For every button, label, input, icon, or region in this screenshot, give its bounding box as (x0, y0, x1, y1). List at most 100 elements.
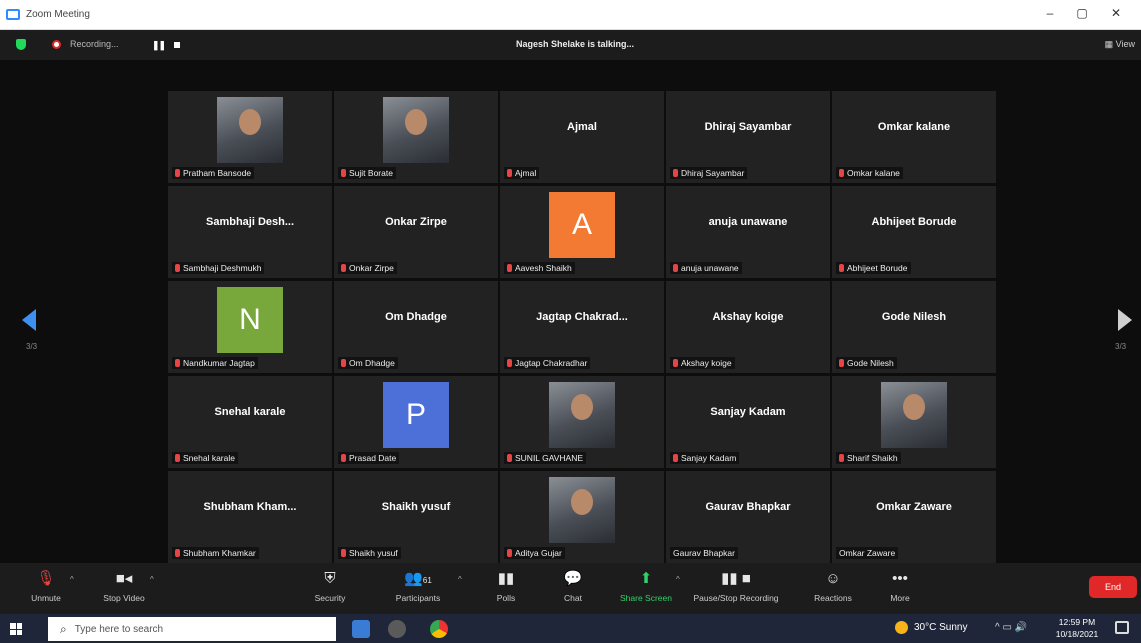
system-tray[interactable]: ^ ▭ 🔊 (995, 622, 1027, 633)
participant-tile[interactable]: Ajmal Ajmal (500, 91, 664, 183)
participant-label-text: Aditya Gujar (515, 548, 562, 558)
participant-tile[interactable]: Sujit Borate (334, 91, 498, 183)
notifications-icon[interactable] (1115, 621, 1129, 634)
participant-tile[interactable]: A Aavesh Shaikh (500, 186, 664, 278)
next-page-arrow-icon[interactable] (1118, 309, 1132, 331)
participant-tile[interactable]: Jagtap Chakrad... Jagtap Chakradhar (500, 281, 664, 373)
security-shield-icon[interactable] (16, 39, 26, 50)
shield-icon: ⛨ (324, 570, 336, 587)
audio-options-caret-icon[interactable]: ^ (70, 575, 74, 584)
security-button[interactable]: ⛨ Security (288, 569, 372, 603)
participant-tile[interactable]: Abhijeet Borude Abhijeet Borude (832, 186, 996, 278)
participant-tile[interactable]: Shaikh yusuf Shaikh yusuf (334, 471, 498, 563)
end-meeting-button[interactable]: End (1089, 576, 1137, 598)
pause-stop-recording-button[interactable]: ▮▮ ■ Pause/Stop Recording (688, 569, 784, 603)
view-label: View (1115, 39, 1135, 49)
video-options-caret-icon[interactable]: ^ (150, 575, 154, 584)
participant-avatar: P (383, 382, 449, 448)
participant-photo (217, 97, 283, 163)
participant-name-label: Sujit Borate (338, 167, 396, 179)
participant-tile[interactable]: Shubham Kham... Shubham Khamkar (168, 471, 332, 563)
participant-tile[interactable]: Pratham Bansode (168, 91, 332, 183)
participant-tile[interactable]: Omkar kalane Omkar kalane (832, 91, 996, 183)
muted-mic-icon (341, 359, 346, 367)
more-dots-icon: ••• (892, 570, 908, 587)
unmute-label: Unmute (31, 593, 61, 603)
participant-tile[interactable]: Gode Nilesh Gode Nilesh (832, 281, 996, 373)
view-button[interactable]: ▦ View (1105, 39, 1135, 50)
share-options-caret-icon[interactable]: ^ (676, 575, 680, 584)
participants-caret-icon[interactable]: ^ (458, 575, 462, 584)
participant-tile[interactable]: Sharif Shaikh (832, 376, 996, 468)
more-button[interactable]: ••• More (858, 569, 942, 603)
participant-label-text: Gaurav Bhapkar (673, 548, 735, 558)
participant-name-label: Dhiraj Sayambar (670, 167, 748, 179)
minimize-button[interactable]: – (1040, 6, 1060, 20)
participant-tile[interactable]: N Nandkumar Jagtap (168, 281, 332, 373)
clock-date: 10/18/2021 (1055, 629, 1099, 639)
participant-label-text: Pratham Bansode (183, 168, 252, 178)
participant-name-label: Onkar Zirpe (338, 262, 397, 274)
participant-tile[interactable]: Onkar Zirpe Onkar Zirpe (334, 186, 498, 278)
person-silhouette-icon (239, 109, 261, 135)
weather-widget[interactable]: 30°C Sunny (895, 621, 967, 634)
participant-tile[interactable]: Snehal karale Snehal karale (168, 376, 332, 468)
participant-tile[interactable]: Dhiraj Sayambar Dhiraj Sayambar (666, 91, 830, 183)
muted-mic-icon (507, 264, 512, 272)
muted-mic-icon (175, 264, 180, 272)
participant-display-name: Abhijeet Borude (871, 216, 957, 228)
more-label: More (890, 593, 910, 603)
participants-button[interactable]: 👥61 Participants (376, 569, 460, 603)
window-titlebar: Zoom Meeting (0, 0, 1141, 30)
participant-display-name: Om Dhadge (385, 311, 447, 323)
participant-label-text: Omkar Zaware (839, 548, 896, 558)
participant-name-label: Omkar kalane (836, 167, 903, 179)
person-silhouette-icon (903, 394, 925, 420)
participant-tile[interactable]: Om Dhadge Om Dhadge (334, 281, 498, 373)
muted-mic-icon (341, 549, 346, 557)
unmute-button[interactable]: 🎙 Unmute (4, 569, 88, 603)
weather-text: 30°C Sunny (914, 622, 968, 633)
taskbar-search-input[interactable]: ⌕ Type here to search (48, 617, 336, 641)
task-view-icon[interactable] (352, 620, 370, 638)
previous-page-arrow-icon[interactable] (22, 309, 36, 331)
participants-count: 61 (422, 576, 432, 585)
participant-label-text: Omkar kalane (847, 168, 900, 178)
participant-tile[interactable]: Sanjay Kadam Sanjay Kadam (666, 376, 830, 468)
participant-name-label: Shaikh yusuf (338, 547, 401, 559)
muted-mic-icon (507, 549, 512, 557)
participant-label-text: Aavesh Shaikh (515, 263, 572, 273)
participant-name-label: Snehal karale (172, 452, 238, 464)
participant-display-name: Gode Nilesh (881, 311, 947, 323)
restore-button[interactable]: ▢ (1072, 6, 1092, 20)
person-silhouette-icon (405, 109, 427, 135)
participant-tile[interactable]: SUNIL GAVHANE (500, 376, 664, 468)
participant-tile[interactable]: Sambhaji Desh... Sambhaji Deshmukh (168, 186, 332, 278)
taskbar-clock[interactable]: 12:59 PM 10/18/2021 (1052, 616, 1102, 640)
close-button[interactable]: ✕ (1106, 6, 1126, 20)
participant-display-name: Onkar Zirpe (385, 216, 447, 228)
participant-photo (549, 477, 615, 543)
stop-recording-icon[interactable] (174, 42, 180, 48)
participant-label-text: Shubham Khamkar (183, 548, 256, 558)
muted-mic-icon (673, 264, 678, 272)
chrome-icon[interactable] (430, 620, 448, 638)
recording-status[interactable]: Recording... (70, 39, 119, 49)
participant-tile[interactable]: Gaurav Bhapkar Gaurav Bhapkar (666, 471, 830, 563)
pause-recording-icon[interactable]: ❚❚ (152, 40, 166, 51)
muted-mic-icon (175, 454, 180, 462)
participant-tile[interactable]: Omkar Zaware Omkar Zaware (832, 471, 996, 563)
participant-label-text: Ajmal (515, 168, 537, 178)
windows-start-icon[interactable] (10, 623, 22, 635)
chat-button[interactable]: 💬 Chat (531, 569, 615, 603)
taskbar-app-icon[interactable] (388, 620, 406, 638)
participant-tile[interactable]: Aditya Gujar (500, 471, 664, 563)
participant-tile[interactable]: P Prasad Date (334, 376, 498, 468)
participant-photo (881, 382, 947, 448)
sun-icon (895, 621, 908, 634)
participant-tile[interactable]: anuja unawane anuja unawane (666, 186, 830, 278)
participant-label-text: Sharif Shaikh (847, 453, 898, 463)
participant-name-label: Ajmal (504, 167, 540, 179)
participant-tile[interactable]: Akshay koige Akshay koige (666, 281, 830, 373)
participant-name-label: Sambhaji Deshmukh (172, 262, 265, 274)
